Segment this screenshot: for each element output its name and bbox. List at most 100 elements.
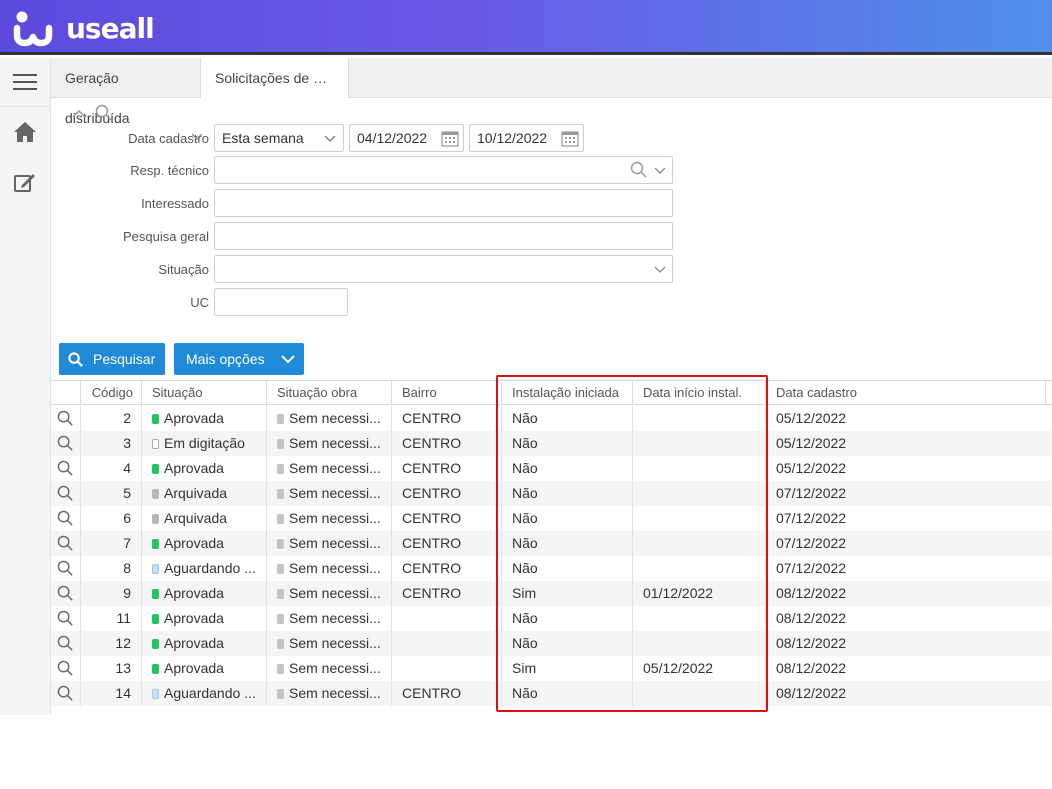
view-record-icon[interactable] xyxy=(57,460,75,478)
view-record-icon[interactable] xyxy=(57,435,75,453)
cell-situacao: Arquivada xyxy=(141,506,266,531)
cell-bairro xyxy=(391,631,501,656)
cell-data-inicio-instal xyxy=(632,481,765,506)
resp-tecnico-label: Resp. técnico xyxy=(130,163,209,178)
table-row[interactable]: 2 Aprovada Sem necessi... CENTRO Não 05/12/20… xyxy=(51,406,1052,431)
cell-instalacao-iniciada: Não xyxy=(501,481,632,506)
cell-situacao-text: Aguardando ... xyxy=(164,685,256,701)
view-record-icon[interactable] xyxy=(57,635,75,653)
cell-situacao-text: Aprovada xyxy=(164,460,224,476)
cell-codigo: 9 xyxy=(80,581,141,606)
cell-data-cadastro: 08/12/2022 xyxy=(765,581,1045,606)
cell-data-cadastro-text: 08/12/2022 xyxy=(776,635,847,651)
search-button[interactable]: Pesquisar xyxy=(59,343,165,375)
column-header-codigo[interactable]: Código xyxy=(80,381,141,405)
collapse-filters-icon[interactable] xyxy=(72,109,86,119)
cell-codigo-text: 11 xyxy=(116,610,131,626)
app-logo[interactable]: useall xyxy=(12,10,155,48)
view-record-icon[interactable] xyxy=(57,510,75,528)
cell-instalacao-iniciada-text: Não xyxy=(512,685,538,701)
cell-bairro-text: CENTRO xyxy=(402,410,462,426)
situacao-select[interactable] xyxy=(214,255,673,283)
cell-situacao: Aprovada xyxy=(141,406,266,431)
cell-situacao-obra: Sem necessi... xyxy=(266,631,391,656)
table-row[interactable]: 6 Arquivada Sem necessi... CENTRO Não 07/12/2… xyxy=(51,506,1052,531)
edit-button[interactable] xyxy=(0,162,50,202)
table-row[interactable]: 14 Aguardando ... Sem necessi... CENTRO Não 0… xyxy=(51,681,1052,706)
cell-situacao: Aprovada xyxy=(141,456,266,481)
sidebar-divider xyxy=(0,106,50,107)
view-record-icon[interactable] xyxy=(57,560,75,578)
menu-button[interactable] xyxy=(0,62,50,102)
cell-bairro: CENTRO xyxy=(391,456,501,481)
cell-data-inicio-instal xyxy=(632,406,765,431)
status-indicator xyxy=(152,664,159,674)
calendar-icon[interactable] xyxy=(441,129,459,147)
cell-codigo: 5 xyxy=(80,481,141,506)
cell-bairro: CENTRO xyxy=(391,556,501,581)
home-button[interactable] xyxy=(0,112,50,152)
cell-codigo-text: 4 xyxy=(123,460,131,476)
view-record-icon[interactable] xyxy=(57,660,75,678)
cell-instalacao-iniciada-text: Sim xyxy=(512,660,537,676)
period-select[interactable]: Esta semana xyxy=(214,124,344,152)
tab-geracao-distribuida[interactable]: Geração distribuída xyxy=(51,58,200,126)
column-header-bairro[interactable]: Bairro xyxy=(391,381,501,405)
table-row[interactable]: 9 Aprovada Sem necessi... CENTRO Sim 01/12/20… xyxy=(51,581,1052,606)
view-record-icon[interactable] xyxy=(57,585,75,603)
cell-situacao-obra: Sem necessi... xyxy=(266,456,391,481)
status-indicator xyxy=(152,639,159,649)
calendar-icon[interactable] xyxy=(561,129,579,147)
cell-bairro: CENTRO xyxy=(391,406,501,431)
column-header-situacao[interactable]: Situação xyxy=(141,381,266,405)
cell-codigo: 14 xyxy=(80,681,141,706)
table-row[interactable]: 4 Aprovada Sem necessi... CENTRO Não 05/12/20… xyxy=(51,456,1052,481)
column-header-data-cadastro[interactable]: Data cadastro xyxy=(765,381,1045,405)
table-row[interactable]: 13 Aprovada Sem necessi... Sim 05/12/2022 08/… xyxy=(51,656,1052,681)
more-options-button[interactable]: Mais opções xyxy=(174,343,304,375)
table-row[interactable]: 11 Aprovada Sem necessi... Não 08/12/2022 xyxy=(51,606,1052,631)
cell-data-cadastro: 05/12/2022 xyxy=(765,406,1045,431)
table-row[interactable]: 8 Aguardando ... Sem necessi... CENTRO Não 07… xyxy=(51,556,1052,581)
table-row[interactable]: 5 Arquivada Sem necessi... CENTRO Não 07/12/2… xyxy=(51,481,1052,506)
tab-solicitacoes[interactable]: Solicitações de ace... xyxy=(200,58,349,98)
column-header-instalacao-iniciada[interactable]: Instalação iniciada xyxy=(501,381,632,405)
cell-codigo-text: 7 xyxy=(123,535,131,551)
cell-bairro-text: CENTRO xyxy=(402,685,462,701)
date-to-field[interactable]: 10/12/2022 xyxy=(469,124,584,152)
status-indicator xyxy=(277,689,284,699)
table-row[interactable]: 3 Em digitação Sem necessi... CENTRO Não 05/1… xyxy=(51,431,1052,456)
table-row[interactable]: 12 Aprovada Sem necessi... Não 08/12/2022 xyxy=(51,631,1052,656)
cell-situacao-text: Aprovada xyxy=(164,610,224,626)
cell-data-cadastro: 07/12/2022 xyxy=(765,556,1045,581)
uc-field[interactable] xyxy=(214,288,348,316)
tab-bar: Geração distribuída Solicitações de ace.… xyxy=(51,58,1052,126)
view-record-icon[interactable] xyxy=(57,485,75,503)
cell-situacao-text: Aprovada xyxy=(164,660,224,676)
pesquisa-geral-field[interactable] xyxy=(214,222,673,250)
cell-bairro-text: CENTRO xyxy=(402,435,462,451)
view-record-icon[interactable] xyxy=(57,410,75,428)
cell-data-cadastro: 07/12/2022 xyxy=(765,506,1045,531)
cell-data-cadastro-text: 07/12/2022 xyxy=(776,535,847,551)
column-header-data-inicio-instal[interactable]: Data início instal. xyxy=(632,381,765,405)
edit-icon xyxy=(14,174,35,192)
column-header-situacao-obra[interactable]: Situação obra xyxy=(266,381,391,405)
resp-tecnico-lookup[interactable] xyxy=(214,156,673,184)
cell-instalacao-iniciada-text: Não xyxy=(512,610,538,626)
data-cadastro-chevron-icon[interactable] xyxy=(191,133,203,141)
status-indicator xyxy=(277,639,284,649)
view-record-icon[interactable] xyxy=(57,685,75,703)
search-toggle-icon[interactable] xyxy=(95,104,113,122)
cell-data-inicio-instal xyxy=(632,681,765,706)
view-record-icon[interactable] xyxy=(57,535,75,553)
chevron-down-icon[interactable] xyxy=(654,167,666,175)
search-icon[interactable] xyxy=(630,161,648,179)
view-record-icon[interactable] xyxy=(57,610,75,628)
cell-situacao-obra-text: Sem necessi... xyxy=(289,560,381,576)
cell-data-cadastro-text: 05/12/2022 xyxy=(776,460,847,476)
date-from-field[interactable]: 04/12/2022 xyxy=(349,124,464,152)
table-row[interactable]: 7 Aprovada Sem necessi... CENTRO Não 07/12/20… xyxy=(51,531,1052,556)
interessado-field[interactable] xyxy=(214,189,673,217)
chevron-down-icon xyxy=(654,266,666,273)
